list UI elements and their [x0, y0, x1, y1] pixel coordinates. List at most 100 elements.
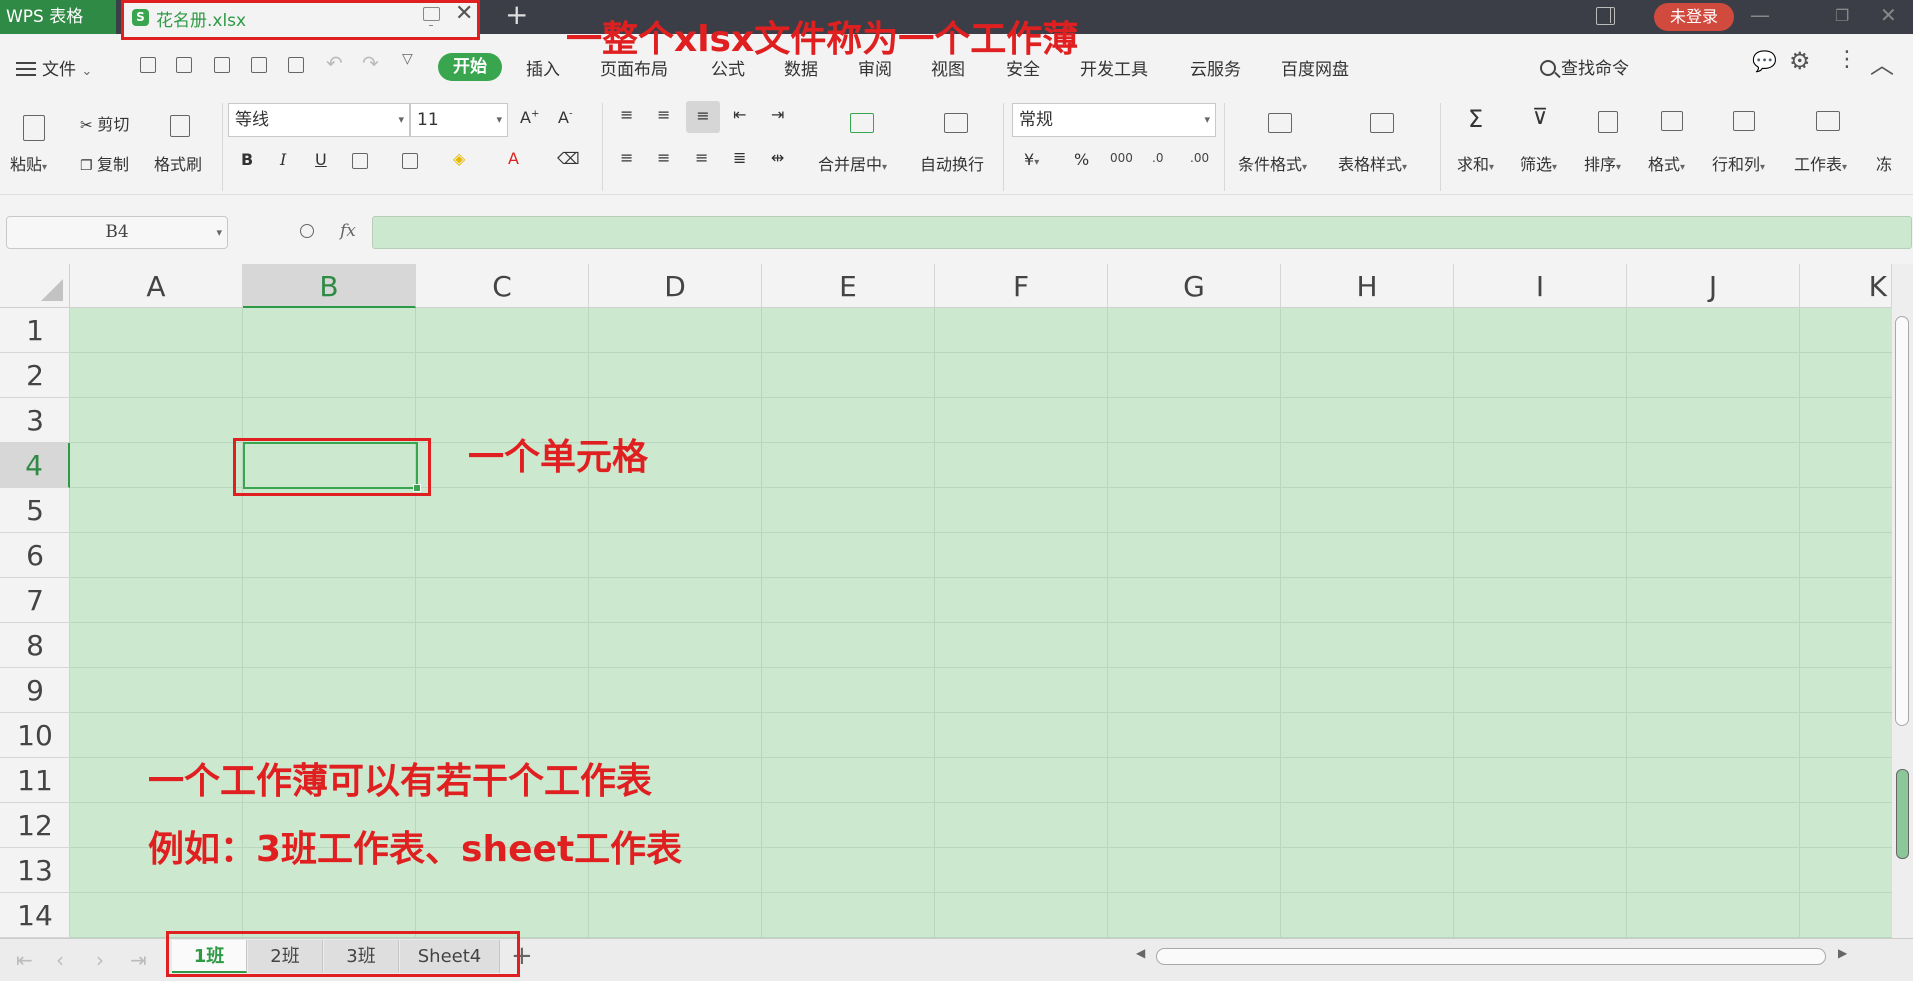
formula-input[interactable] — [372, 216, 1912, 249]
file-menu[interactable]: 文件 ⌄ — [16, 55, 92, 80]
feedback-icon[interactable]: 💬 — [1752, 49, 1777, 73]
scroll-left-icon[interactable]: ◀ — [1136, 946, 1145, 960]
settings-gear-icon[interactable]: ⚙ — [1789, 47, 1811, 75]
tab-cloud-service[interactable]: 云服务 — [1190, 55, 1241, 80]
row-header-13[interactable]: 13 — [0, 848, 70, 893]
horizontal-scrollbar[interactable]: ◀ ▶ — [1134, 946, 1854, 967]
save-icon[interactable] — [176, 57, 192, 73]
format-icon[interactable] — [1661, 111, 1683, 131]
increase-decimal-icon[interactable]: .0 — [1152, 151, 1163, 165]
tab-insert[interactable]: 插入 — [526, 55, 560, 80]
row-header-11[interactable]: 11 — [0, 758, 70, 803]
copy-button[interactable]: ❐ 复制 — [80, 151, 129, 175]
tab-baidu-netdisk[interactable]: 百度网盘 — [1281, 55, 1349, 80]
sort-button[interactable]: 排序▾ — [1584, 151, 1621, 175]
restore-icon[interactable]: ❐ — [1835, 6, 1849, 25]
column-header-i[interactable]: I — [1454, 264, 1627, 308]
decrease-decimal-icon[interactable]: .00 — [1190, 151, 1209, 165]
cell-style-icon[interactable] — [402, 153, 418, 169]
worksheet-button[interactable]: 工作表▾ — [1794, 151, 1847, 175]
open-icon[interactable] — [140, 57, 156, 73]
row-header-6[interactable]: 6 — [0, 533, 70, 578]
align-middle-icon[interactable]: ≡ — [657, 105, 670, 124]
column-header-h[interactable]: H — [1281, 264, 1454, 308]
italic-button[interactable]: I — [280, 150, 286, 169]
table-style-icon[interactable] — [1370, 113, 1394, 133]
row-header-7[interactable]: 7 — [0, 578, 70, 623]
fill-color-icon[interactable]: ◈ — [453, 149, 465, 168]
row-header-9[interactable]: 9 — [0, 668, 70, 713]
undo-icon[interactable]: ↶ — [326, 51, 343, 75]
next-sheet-icon[interactable]: › — [96, 948, 104, 972]
wrap-text-icon[interactable] — [944, 113, 968, 133]
column-header-k[interactable]: K — [1800, 264, 1892, 308]
new-tab-button[interactable]: + — [505, 0, 528, 31]
login-button[interactable]: 未登录 — [1654, 3, 1734, 31]
align-bottom-icon[interactable]: ≡ — [686, 101, 720, 133]
font-color-icon[interactable]: A — [508, 149, 519, 168]
align-right-icon[interactable]: ≡ — [695, 148, 708, 167]
filter-button[interactable]: 筛选▾ — [1520, 151, 1557, 175]
collapse-ribbon-icon[interactable]: ︿ — [1870, 45, 1894, 80]
conditional-format-button[interactable]: 条件格式▾ — [1238, 151, 1307, 175]
print-icon[interactable] — [251, 57, 267, 73]
table-style-button[interactable]: 表格样式▾ — [1338, 151, 1407, 175]
column-header-b[interactable]: B — [243, 264, 416, 308]
column-header-d[interactable]: D — [589, 264, 762, 308]
bold-button[interactable]: B — [241, 150, 253, 169]
app-name[interactable]: WPS 表格 — [0, 0, 116, 34]
percent-button[interactable]: % — [1074, 150, 1089, 169]
distribute-icon[interactable]: ⇹ — [771, 148, 784, 167]
prev-sheet-icon[interactable]: ‹ — [56, 948, 64, 972]
insert-function-button[interactable]: fx — [340, 221, 356, 241]
increase-font-icon[interactable]: A+ — [520, 108, 539, 127]
row-header-14[interactable]: 14 — [0, 893, 70, 938]
column-header-g[interactable]: G — [1108, 264, 1281, 308]
row-header-3[interactable]: 3 — [0, 398, 70, 443]
vertical-scroll-thumb[interactable] — [1895, 316, 1909, 726]
cut-button[interactable]: ✂ 剪切 — [80, 111, 129, 135]
row-header-8[interactable]: 8 — [0, 623, 70, 668]
wrap-text-button[interactable]: 自动换行 — [920, 151, 984, 175]
clear-format-icon[interactable]: ⌫ — [557, 149, 580, 168]
increase-indent-icon[interactable]: ⇥ — [771, 105, 784, 124]
freeze-button[interactable]: 冻 — [1876, 151, 1892, 175]
rows-columns-button[interactable]: 行和列▾ — [1712, 151, 1765, 175]
first-sheet-icon[interactable]: ⇤ — [16, 948, 33, 972]
merge-center-button[interactable]: 合并居中▾ — [818, 151, 887, 175]
sort-icon[interactable] — [1598, 111, 1618, 133]
font-size-select[interactable]: 11 — [410, 103, 508, 137]
sum-button[interactable]: 求和▾ — [1457, 151, 1494, 175]
format-painter-icon[interactable] — [170, 115, 190, 137]
minimize-icon[interactable]: — — [1750, 3, 1770, 27]
number-format-select[interactable]: 常规 — [1012, 103, 1216, 137]
justify-icon[interactable]: ≣ — [733, 148, 746, 167]
search-command[interactable]: 查找命令 — [1540, 54, 1629, 79]
paste-button[interactable]: 粘贴▾ — [10, 151, 47, 175]
column-header-c[interactable]: C — [416, 264, 589, 308]
decrease-font-icon[interactable]: A- — [558, 108, 573, 127]
paste-icon[interactable] — [23, 115, 45, 141]
layout-icon[interactable] — [1596, 7, 1615, 25]
redo-icon[interactable]: ↷ — [362, 51, 379, 75]
format-painter-button[interactable]: 格式刷 — [154, 151, 202, 175]
print-preview-icon[interactable] — [288, 57, 304, 73]
row-header-5[interactable]: 5 — [0, 488, 70, 533]
underline-button[interactable]: U — [315, 150, 327, 169]
font-name-select[interactable]: 等线 — [228, 103, 410, 137]
borders-icon[interactable] — [352, 153, 368, 169]
column-header-f[interactable]: F — [935, 264, 1108, 308]
rows-columns-icon[interactable] — [1733, 111, 1755, 131]
filter-icon[interactable]: ⊽ — [1532, 105, 1548, 130]
row-header-12[interactable]: 12 — [0, 803, 70, 848]
row-header-10[interactable]: 10 — [0, 713, 70, 758]
column-header-j[interactable]: J — [1627, 264, 1800, 308]
merge-center-icon[interactable] — [850, 113, 874, 133]
close-window-icon[interactable]: ✕ — [1880, 3, 1897, 27]
worksheet-icon[interactable] — [1816, 111, 1840, 131]
currency-icon[interactable]: ¥▾ — [1024, 150, 1039, 169]
name-box[interactable]: B4 — [6, 216, 228, 249]
row-header-1[interactable]: 1 — [0, 308, 70, 353]
horizontal-scroll-thumb[interactable] — [1156, 948, 1826, 965]
format-button[interactable]: 格式▾ — [1648, 151, 1685, 175]
